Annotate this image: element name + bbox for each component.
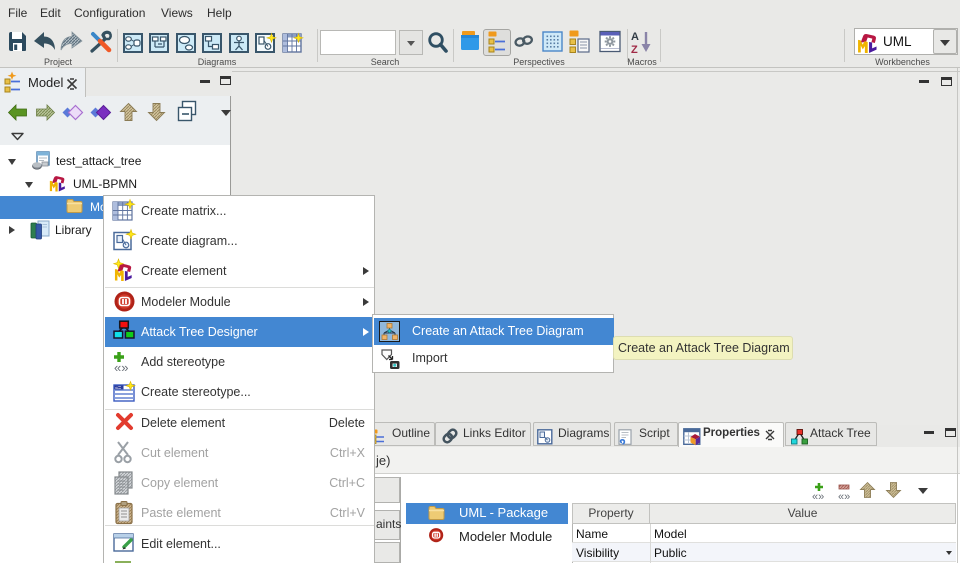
svg-text:«=: «=	[115, 385, 121, 391]
svg-text:Z: Z	[631, 44, 638, 56]
svg-text:«»: «»	[838, 491, 850, 503]
svg-text:A: A	[631, 31, 639, 43]
svg-text:«»: «»	[114, 360, 128, 375]
svg-text:«»: «»	[812, 491, 824, 503]
